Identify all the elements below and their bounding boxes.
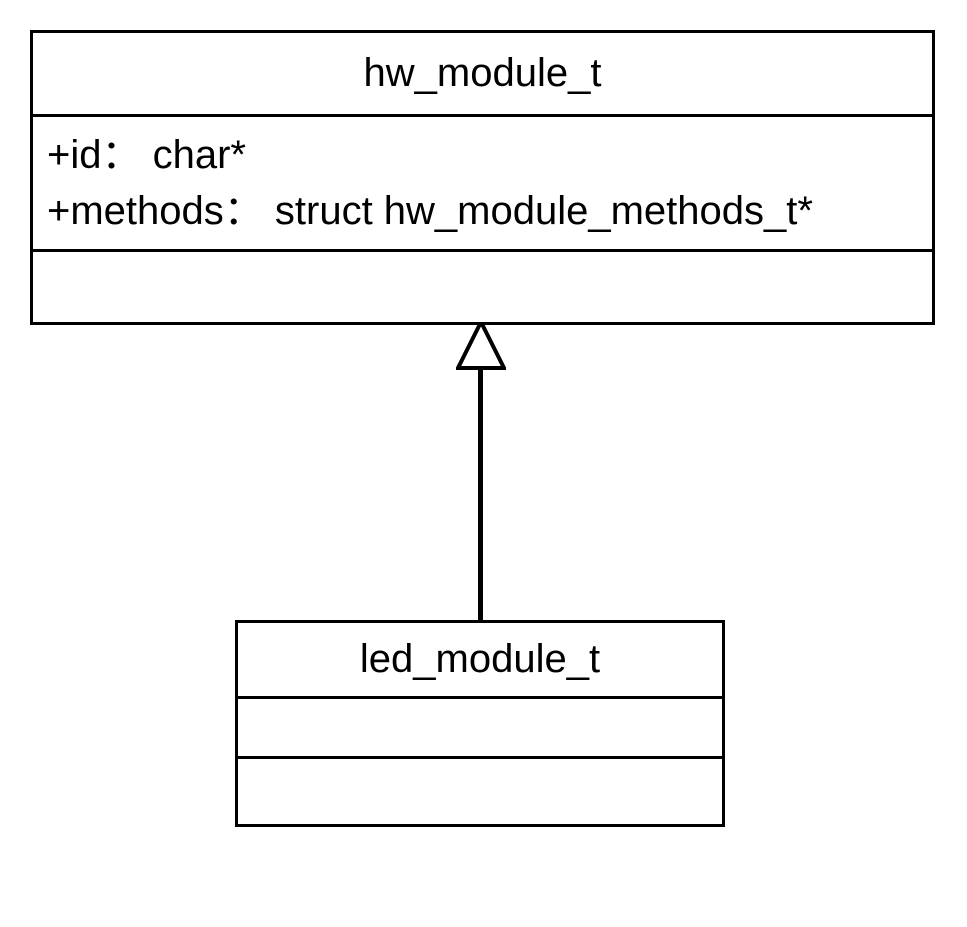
parent-class-attributes: +id： char* +methods： struct hw_module_me… [33,117,932,252]
child-class-name: led_module_t [238,623,722,699]
parent-attribute-0: +id： char* [47,127,918,183]
parent-class-box: hw_module_t +id： char* +methods： struct … [30,30,935,325]
parent-class-methods [33,252,932,322]
child-class-attributes [238,699,722,759]
child-class-box: led_module_t [235,620,725,827]
child-class-methods [238,759,722,824]
parent-attribute-1: +methods： struct hw_module_methods_t* [47,183,918,239]
inheritance-arrow [478,322,481,620]
parent-class-name: hw_module_t [33,33,932,117]
arrow-line [478,366,483,620]
